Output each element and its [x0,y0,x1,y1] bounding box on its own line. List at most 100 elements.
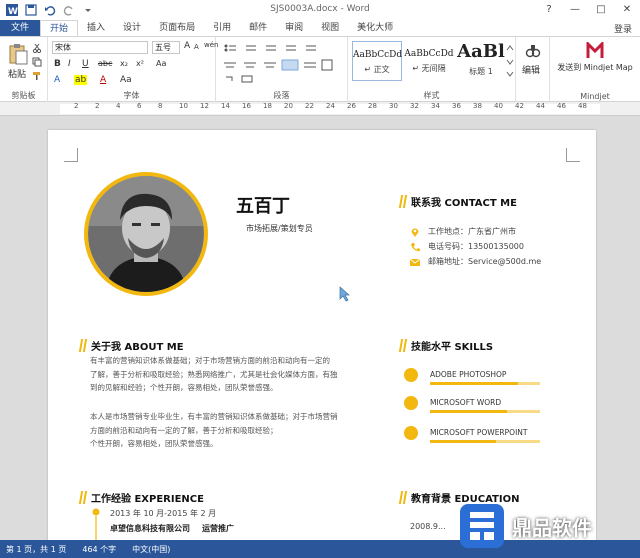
tab-review[interactable]: 审阅 [276,20,312,36]
style-no-spacing-sample: AaBbCcDd [404,49,454,59]
maximize-button[interactable]: □ [588,0,614,20]
login-link[interactable]: 登录 [614,22,632,35]
tab-page-layout[interactable]: 页面布局 [150,20,204,36]
shrink-font-button[interactable]: A [194,43,199,51]
contact-email: 邮箱地址：Service@500d.me [410,256,541,267]
change-case-button[interactable]: Aa [120,75,132,85]
portrait-image [88,176,204,292]
tab-file[interactable]: 文件 [0,20,41,36]
tab-view[interactable]: 视图 [312,20,348,36]
tab-insert[interactable]: 插入 [78,20,114,36]
ruler-number: 40 [494,102,503,110]
ruler-number: 42 [515,102,524,110]
style-heading-1[interactable]: AaBl 标题 1 [456,41,506,81]
tab-design[interactable]: 设计 [114,20,150,36]
styles-scroll-icon[interactable] [506,43,514,79]
ruler-number: 10 [179,102,188,110]
redo-icon[interactable] [63,4,75,16]
font-size-select[interactable]: 五号 [152,41,180,54]
font-group: 宋体 五号 A A wén B I U abc x₂ x² Aa A ab A … [48,37,218,103]
clear-format-button[interactable]: Aa [156,59,166,68]
clipboard-group: 粘贴 剪贴板 [0,37,48,103]
tab-references[interactable]: 引用 [204,20,240,36]
contact-section-title: 联系我 CONTACT ME [398,194,517,209]
style-normal-sample: AaBbCcDd [353,50,403,60]
ruler-number: 18 [263,102,272,110]
underline-button[interactable]: U [82,59,89,69]
cut-icon[interactable] [32,43,42,53]
ruler-number: 4 [116,102,121,110]
paste-icon[interactable] [8,43,28,65]
horizontal-ruler[interactable]: 2 2 4 6 8 10 12 14 16 18 20 22 24 26 28 30 32 34 36 38 40 42 4… [0,102,640,116]
styles-group: AaBbCcDd ↵ 正文 AaBbCcDd ↵ 无间隔 AaBl 标题 1 样… [348,37,516,103]
word-skill-icon [404,396,418,410]
ruler-number: 16 [242,102,251,110]
experience-section-title: 工作经验 EXPERIENCE [78,490,204,505]
font-label: 字体 [123,91,140,100]
text-effect-button[interactable]: A [54,75,60,85]
editing-button[interactable]: 编辑 [522,63,540,76]
paragraph-controls-icon[interactable] [222,43,342,83]
skill-level-bar [430,440,496,443]
contact-location-text: 工作地点：广东省广州市 [428,227,516,236]
mindjet-icon[interactable] [586,42,604,60]
style-normal[interactable]: AaBbCcDd ↵ 正文 [352,41,402,81]
page-count[interactable]: 第 1 页，共 1 页 [6,544,66,555]
ruler-number: 8 [158,102,163,110]
ruler-number: 24 [326,102,335,110]
skill-name: MICROSOFT WORD [430,398,502,407]
about-line: 到的见解和经验；个性开朗，容易相处，团队荣誉感强。 [90,383,278,392]
powerpoint-skill-icon [404,426,418,440]
font-color-button[interactable]: A [100,75,106,85]
save-icon[interactable] [25,4,37,16]
contact-phone: 电话号码：13500135000 [410,241,524,252]
grow-font-button[interactable]: A [184,41,190,51]
minimize-button[interactable]: — [562,0,588,20]
skill-name: MICROSOFT POWERPOINT [430,428,528,437]
word-count[interactable]: 464 个字 [82,544,116,555]
ribbon-tabs: 文件 开始 插入 设计 页面布局 引用 邮件 审阅 视图 美化大师 登录 [0,20,640,36]
experience-title-text: 工作经验 EXPERIENCE [91,494,204,505]
svg-text:W: W [8,7,18,16]
subscript-button[interactable]: x₂ [120,59,128,68]
ruler-number: 32 [410,102,419,110]
ruler-number: 12 [200,102,209,110]
word-logo-icon: W [6,4,18,16]
format-painter-icon[interactable] [32,71,42,81]
highlight-button[interactable]: ab [74,75,88,85]
tab-mailings[interactable]: 邮件 [240,20,276,36]
style-normal-name: ↵ 正文 [364,65,390,74]
ruler-number: 2 [95,102,100,110]
styles-label: 样式 [423,91,440,100]
document-page[interactable]: 五百丁 市场拓展/策划专员 联系我 CONTACT ME 工作地点：广东省广州市… [48,130,596,540]
copy-icon[interactable] [32,57,42,67]
superscript-button[interactable]: x² [136,59,144,68]
profile-photo[interactable] [84,172,208,296]
help-button[interactable]: ? [536,0,562,20]
ruler-number: 38 [473,102,482,110]
close-button[interactable]: ✕ [614,0,640,20]
italic-button[interactable]: I [68,59,71,69]
undo-icon[interactable] [44,4,56,16]
skill-name: ADOBE PHOTOSHOP [430,370,507,379]
ruler-number: 2 [74,102,79,110]
paste-button[interactable]: 粘贴 [8,67,26,80]
find-binoculars-icon[interactable] [525,43,541,59]
customize-qat-icon[interactable] [82,4,94,16]
section-bars-icon [398,491,408,504]
watermark-text: 鼎品软件 [512,515,592,540]
language-indicator[interactable]: 中文(中国) [132,544,170,555]
timeline-icon [92,508,100,540]
tab-home[interactable]: 开始 [40,20,79,36]
ruler-number: 6 [137,102,142,110]
style-no-spacing[interactable]: AaBbCcDd ↵ 无间隔 [404,41,454,81]
skills-title-text: 技能水平 SKILLS [411,342,494,353]
ruler-number: 14 [221,102,230,110]
document-area[interactable]: 五百丁 市场拓展/策划专员 联系我 CONTACT ME 工作地点：广东省广州市… [0,116,640,540]
send-to-mindjet-button[interactable]: 发送到 Mindjet Map [552,63,638,73]
experience-period: 2013 年 10 月-2015 年 2 月 [110,509,217,518]
strikethrough-button[interactable]: abc [98,59,112,68]
font-family-select[interactable]: 宋体 [52,41,148,54]
tab-beautify[interactable]: 美化大师 [348,20,402,36]
bold-button[interactable]: B [54,59,61,69]
